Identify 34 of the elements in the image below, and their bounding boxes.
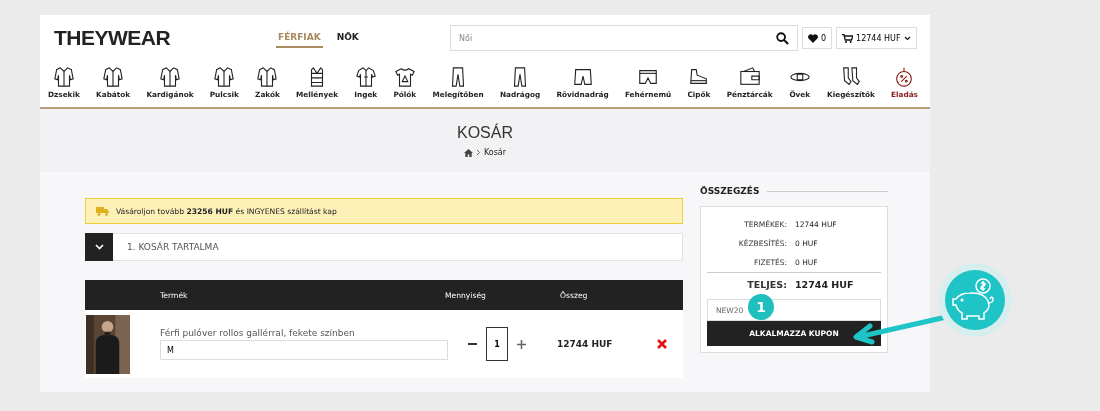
section-header[interactable]: 1. KOSÁR TARTALMA [85,233,683,261]
chevron-icon [94,244,104,250]
search-field[interactable]: Női [450,25,798,51]
jacket-icon [52,66,75,88]
truck-icon [96,206,110,216]
shirt-icon [354,66,377,88]
tshirt-icon [393,66,416,88]
shorts-icon [571,66,594,88]
breadcrumb-item[interactable]: Kosár [483,148,507,157]
cart-icon [842,33,854,43]
toggle-button[interactable] [85,233,113,261]
gender-tab[interactable]: NŐK [334,28,361,48]
line-total: 12744 HUF [557,339,613,349]
total-value: 12744 HUF [795,278,855,290]
decrease-button[interactable] [465,340,480,348]
home-icon[interactable] [463,148,473,157]
chevron-icon [475,149,481,156]
heart-icon [808,33,818,43]
close-icon [657,339,667,349]
size-field[interactable]: M [160,340,448,360]
search-icon[interactable] [776,32,789,45]
caret-icon [903,35,911,41]
cart-button[interactable]: 12744 HUF [836,27,917,49]
summary-title: ÖSSZEGZÉS [700,186,760,196]
wallet-icon [738,66,761,88]
section-title: 1. KOSÁR TARTALMA [127,242,219,252]
wishlist-button[interactable]: 0 [802,27,833,49]
total-label: TELJES: [746,278,787,290]
minus-icon [468,343,477,345]
product-name[interactable]: Férfi pulóver rollos gallérral, fekete színben [160,328,445,338]
quantity-field[interactable]: 1 [486,327,508,361]
logo[interactable]: THEYWEAR [54,26,276,50]
plus-icon [517,339,526,349]
page-title: KOSÁR [457,124,513,142]
